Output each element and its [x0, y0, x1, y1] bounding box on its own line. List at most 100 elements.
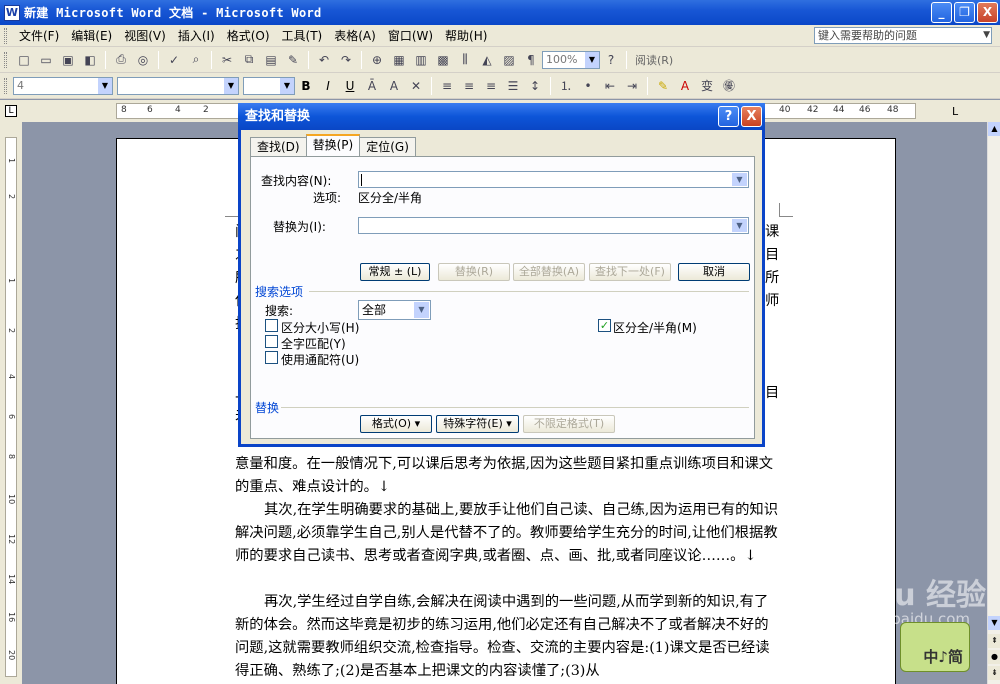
select-browse-object-icon[interactable]: ● [988, 650, 1000, 664]
vertical-ruler-strip[interactable]: 1 2 1 2 4 6 8 10 12 14 16 20 [5, 137, 17, 677]
paragraph[interactable]: 其次,在学生明确要求的基础上,要放手让他们自己读、自己练,因为运用已有的知识解决… [235, 499, 780, 568]
italic-button[interactable]: I [319, 77, 337, 95]
wildcards-checkbox[interactable] [265, 351, 278, 364]
help-icon[interactable]: ? [602, 51, 620, 69]
help-search-input[interactable]: 键入需要帮助的问题 ▼ [814, 27, 992, 44]
full-half-width-checkbox[interactable]: ✓ [598, 319, 611, 332]
char-shading-icon[interactable]: A [385, 77, 403, 95]
scroll-up-icon[interactable]: ▲ [988, 122, 1000, 136]
find-what-input[interactable]: ▼ [358, 171, 749, 188]
close-window-button[interactable]: X [977, 2, 998, 23]
bullets-icon[interactable]: • [579, 77, 597, 95]
document-map-icon[interactable]: ▨ [500, 51, 518, 69]
print-preview-icon[interactable]: ◎ [134, 51, 152, 69]
replace-all-button[interactable]: 全部替换(A) [513, 263, 585, 281]
char-border-icon[interactable]: Ā [363, 77, 381, 95]
show-hide-icon[interactable]: ¶ [522, 51, 540, 69]
zoom-select[interactable]: 100% ▼ [542, 50, 600, 69]
tab-find[interactable]: 查找(D) [250, 137, 307, 156]
minimize-button[interactable]: _ [931, 2, 952, 23]
chevron-down-icon[interactable]: ▼ [280, 77, 294, 94]
chevron-down-icon[interactable]: ▼ [732, 173, 747, 186]
menu-format[interactable]: 格式(O) [221, 27, 276, 44]
menu-tools[interactable]: 工具(T) [276, 27, 329, 44]
font-color-icon[interactable]: A [676, 77, 694, 95]
drawing-icon[interactable]: ◭ [478, 51, 496, 69]
chevron-down-icon[interactable]: ▼ [732, 219, 747, 232]
menubar-grip[interactable] [4, 27, 7, 44]
prev-page-icon[interactable]: ⇞ [988, 634, 1000, 648]
hyperlink-icon[interactable]: ⊕ [368, 51, 386, 69]
whole-word-checkbox[interactable] [265, 335, 278, 348]
align-center-icon[interactable]: ≡ [460, 77, 478, 95]
new-document-icon[interactable]: □ [15, 51, 33, 69]
cut-icon[interactable]: ✂ [218, 51, 236, 69]
whole-word-label[interactable]: 全字匹配(Y) [281, 335, 346, 352]
phonetic-guide-icon[interactable]: 变 [698, 77, 716, 95]
permission-icon[interactable]: ◧ [81, 51, 99, 69]
dialog-help-button[interactable]: ? [718, 106, 739, 127]
format-button[interactable]: 格式(O) ▾ [360, 415, 432, 433]
find-next-button[interactable]: 查找下一处(F) [589, 263, 671, 281]
menu-edit[interactable]: 编辑(E) [65, 27, 118, 44]
line-spacing-icon[interactable]: ↕ [526, 77, 544, 95]
paste-icon[interactable]: ▤ [262, 51, 280, 69]
replace-button[interactable]: 替换(R) [438, 263, 510, 281]
chevron-down-icon[interactable]: ▼ [224, 77, 238, 94]
chevron-down-icon[interactable]: ▼ [98, 77, 112, 94]
chevron-down-icon[interactable]: ▼ [983, 28, 990, 43]
increase-indent-icon[interactable]: ⇥ [623, 77, 641, 95]
align-left-icon[interactable]: ≡ [438, 77, 456, 95]
bold-button[interactable]: B [297, 77, 315, 95]
restore-button[interactable]: ❐ [954, 2, 975, 23]
read-mode-button[interactable]: 阅读(R) [635, 52, 673, 68]
font-size-select[interactable]: ▼ [243, 76, 295, 95]
paragraph[interactable]: 再次,学生经过自学自练,会解决在阅读中遇到的一些问题,从而学到新的知识,有了新的… [235, 591, 780, 683]
chevron-down-icon[interactable]: ▼ [414, 302, 429, 318]
less-options-button[interactable]: 常规 ± (L) [360, 263, 430, 281]
spelling-icon[interactable]: ✓ [165, 51, 183, 69]
undo-icon[interactable]: ↶ [315, 51, 333, 69]
format-painter-icon[interactable]: ✎ [284, 51, 302, 69]
highlight-icon[interactable]: ✎ [654, 77, 672, 95]
tab-selector[interactable]: L [5, 105, 17, 117]
dialog-close-button[interactable]: X [741, 106, 762, 127]
word-app-icon[interactable]: W [4, 4, 20, 21]
menu-help[interactable]: 帮助(H) [439, 27, 493, 44]
font-select[interactable]: ▼ [117, 76, 239, 95]
paragraph[interactable]: 意量和度。在一般情况下,可以课后思考为依据,因为这些题目紧扣重点训练项目和课文的… [235, 453, 780, 499]
cancel-button[interactable]: 取消 [678, 263, 750, 281]
no-formatting-button[interactable]: 不限定格式(T) [523, 415, 615, 433]
chevron-down-icon[interactable]: ▼ [585, 51, 599, 68]
open-folder-icon[interactable]: ▭ [37, 51, 55, 69]
char-scale-icon[interactable]: ✕ [407, 77, 425, 95]
special-button[interactable]: 特殊字符(E) ▾ [436, 415, 519, 433]
print-icon[interactable]: ⎙ [112, 51, 130, 69]
search-direction-select[interactable]: 全部 ▼ [358, 300, 431, 320]
toolbar-grip[interactable] [4, 51, 7, 68]
copy-icon[interactable]: ⧉ [240, 51, 258, 69]
decrease-indent-icon[interactable]: ⇤ [601, 77, 619, 95]
tab-replace[interactable]: 替换(P) [305, 134, 361, 156]
numbering-icon[interactable]: ⒈ [557, 77, 575, 95]
full-half-width-label[interactable]: 区分全/半角(M) [613, 319, 697, 336]
enclose-char-icon[interactable]: ㊝ [720, 77, 738, 95]
scroll-down-icon[interactable]: ▼ [988, 616, 1000, 630]
wildcards-label[interactable]: 使用通配符(U) [281, 351, 359, 368]
menu-window[interactable]: 窗口(W) [382, 27, 439, 44]
ime-logo[interactable]: 中♪简 [900, 622, 970, 672]
match-case-checkbox[interactable] [265, 319, 278, 332]
tab-goto[interactable]: 定位(G) [359, 137, 416, 156]
menu-insert[interactable]: 插入(I) [172, 27, 221, 44]
redo-icon[interactable]: ↷ [337, 51, 355, 69]
underline-button[interactable]: U [341, 77, 359, 95]
next-page-icon[interactable]: ⇟ [988, 666, 1000, 680]
match-case-label[interactable]: 区分大小写(H) [281, 319, 359, 336]
menu-view[interactable]: 视图(V) [118, 27, 172, 44]
vertical-scrollbar[interactable]: ▲ ▼ ⇞ ● ⇟ [987, 122, 1000, 684]
align-right-icon[interactable]: ≡ [482, 77, 500, 95]
dialog-title-bar[interactable]: 查找和替换 ? X [238, 103, 765, 130]
menu-file[interactable]: 文件(F) [13, 27, 65, 44]
menu-table[interactable]: 表格(A) [328, 27, 382, 44]
style-select[interactable]: 4 ▼ [13, 76, 113, 95]
